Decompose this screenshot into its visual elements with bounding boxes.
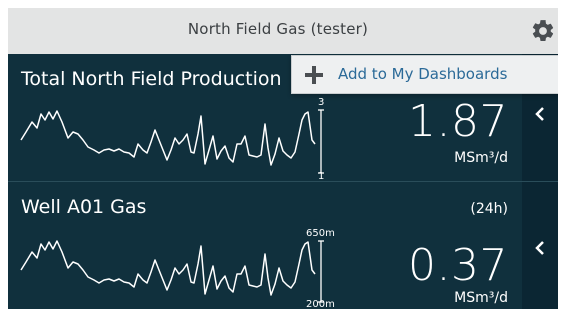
dashboard-frame: North Field Gas (tester) Total North Fie… [8,8,558,309]
sparkline [20,110,316,166]
scale-max-label: 650m [306,228,335,239]
tile-value: 0.37 [408,240,508,291]
page-title: North Field Gas (tester) [187,20,369,38]
header-bar: North Field Gas (tester) [8,8,558,54]
tile-unit: MSm³/d [454,150,508,166]
plus-icon [305,66,323,84]
tile-well-a01-gas[interactable]: Well A01 Gas (24h) 650m 200m 0.37 MSm³/d [8,182,558,309]
tile-unit: MSm³/d [454,290,508,306]
settings-dropdown-menu: Add to My Dashboards [291,55,558,94]
tile-value: 1.87 [408,96,508,147]
chevron-left-icon [535,241,544,255]
gear-icon[interactable] [530,18,556,44]
chevron-left-icon [535,107,544,121]
menu-item-label: Add to My Dashboards [338,65,508,83]
expand-button[interactable] [522,182,558,309]
scale-max-label: 3 [318,97,325,108]
scale-min-label: 200m [306,299,335,309]
sparkline [20,240,316,296]
